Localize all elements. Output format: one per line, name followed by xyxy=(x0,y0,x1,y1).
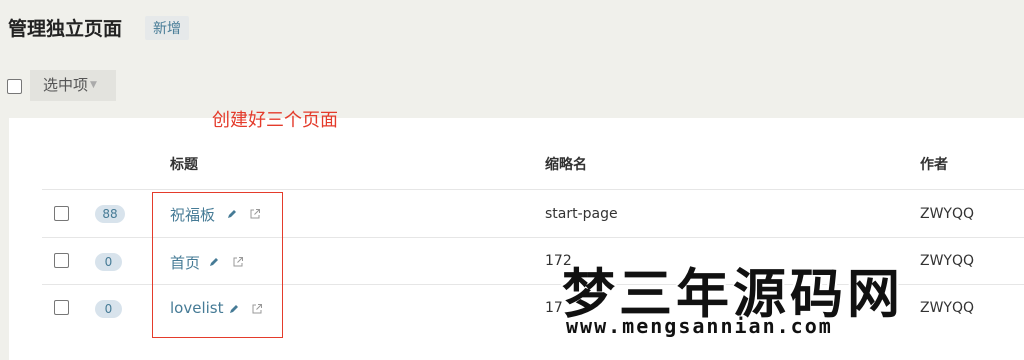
column-header-author: 作者 xyxy=(920,157,948,173)
comment-count-badge[interactable]: 88 xyxy=(95,205,125,223)
bulk-action-dropdown[interactable]: 选中项 ▼ xyxy=(30,70,116,101)
author-cell: ZWYQQ xyxy=(920,206,975,222)
select-all-checkbox[interactable] xyxy=(7,79,22,94)
slug-cell: 17 xyxy=(545,300,563,316)
row-checkbox[interactable] xyxy=(54,206,69,221)
author-cell: ZWYQQ xyxy=(920,300,975,316)
row-checkbox[interactable] xyxy=(54,253,69,268)
column-header-title: 标题 xyxy=(170,157,198,173)
page-title: 管理独立页面 xyxy=(8,18,123,40)
annotation-highlight-box xyxy=(152,192,283,338)
add-page-button[interactable]: 新增 xyxy=(145,16,189,40)
row-checkbox[interactable] xyxy=(54,300,69,315)
bulk-action-label: 选中项 xyxy=(43,76,89,94)
annotation-text: 创建好三个页面 xyxy=(212,110,338,131)
caret-down-icon: ▼ xyxy=(90,80,97,90)
comment-count-badge[interactable]: 0 xyxy=(95,253,122,271)
watermark-url: www.mengsannian.com xyxy=(566,314,833,338)
column-header-slug: 缩略名 xyxy=(545,157,587,173)
table-divider xyxy=(42,189,1024,190)
comment-count-badge[interactable]: 0 xyxy=(95,300,122,318)
author-cell: ZWYQQ xyxy=(920,253,975,269)
slug-cell: start-page xyxy=(545,206,618,222)
